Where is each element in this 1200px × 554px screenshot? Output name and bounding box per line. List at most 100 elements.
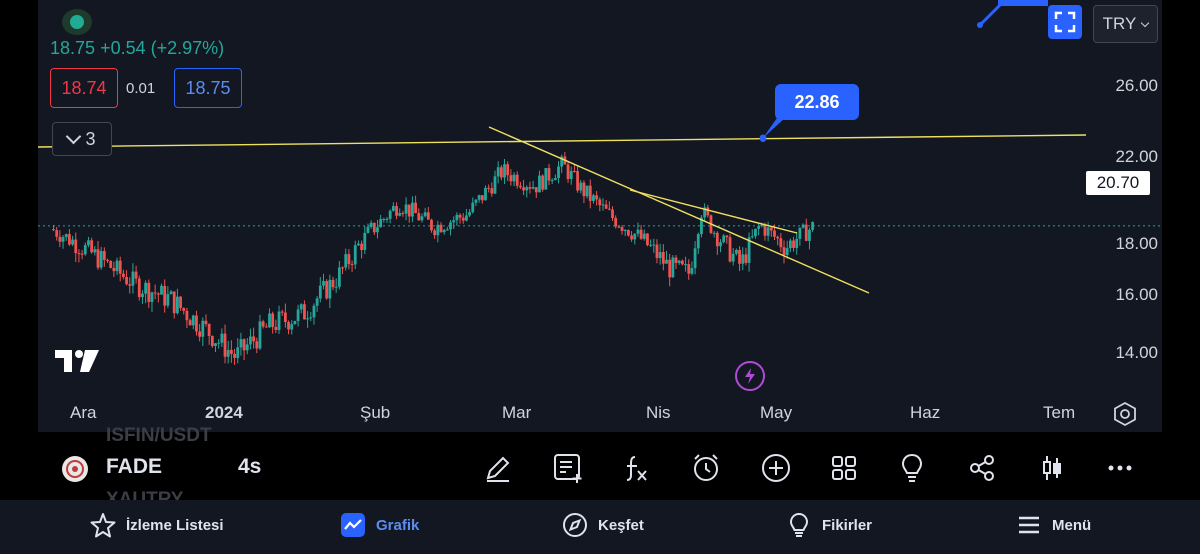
candle-body [426, 212, 430, 220]
candle-body [642, 233, 646, 239]
candle-body [80, 253, 84, 255]
candle-body [376, 227, 379, 233]
fullscreen-button[interactable] [1048, 5, 1082, 39]
candle-body [553, 178, 557, 181]
x-tick-label: Nis [646, 403, 671, 422]
candle-body [315, 298, 319, 306]
indicators-button[interactable] [618, 450, 654, 486]
y-tick-label: 16.00 [1115, 285, 1158, 304]
y-tick-label: 26.00 [1115, 76, 1158, 95]
nav-ideas[interactable]: Fikirler [786, 512, 872, 538]
candle-body [547, 168, 551, 181]
draw-tool-button[interactable] [480, 450, 516, 486]
candle-body [639, 229, 643, 239]
symbol-name[interactable]: FADE [106, 455, 162, 479]
candle-body [391, 206, 395, 211]
drawing-handle[interactable] [970, 0, 1050, 32]
chart-type-button[interactable] [1034, 450, 1070, 486]
candle-body [198, 331, 202, 337]
add-button[interactable] [758, 450, 794, 486]
candle-body [468, 212, 471, 216]
sell-button[interactable]: 18.74 [50, 68, 118, 108]
share-icon [970, 455, 994, 481]
nav-explore[interactable]: Keşfet [562, 512, 644, 538]
candle-body [344, 254, 348, 268]
symbol-logo[interactable] [62, 456, 88, 482]
nav-chart[interactable]: Grafik [340, 512, 419, 538]
indicators-collapse-button[interactable]: 3 [52, 122, 112, 156]
candle-body [620, 227, 624, 231]
candle-body [160, 285, 163, 295]
candle-body [750, 236, 754, 238]
candle-body [109, 260, 113, 268]
candle-body [261, 321, 265, 327]
candle-body [64, 234, 68, 238]
candle-body [239, 339, 243, 348]
candle-body [195, 315, 198, 332]
nav-menu[interactable]: Menü [1016, 512, 1091, 538]
candle-body [763, 224, 767, 236]
candle-body [734, 249, 738, 254]
add-note-button[interactable] [550, 450, 586, 486]
currency-value: TRY [1102, 14, 1137, 33]
function-icon [626, 456, 647, 481]
candle-body [808, 229, 811, 241]
candle-body [798, 227, 802, 239]
nav-label: Menü [1052, 516, 1092, 534]
candle-body [534, 187, 538, 193]
alert-button[interactable] [688, 450, 724, 486]
currency-select[interactable]: TRY [1093, 5, 1158, 43]
layout-button[interactable] [826, 450, 862, 486]
axis-settings-icon[interactable] [1112, 401, 1138, 427]
more-button[interactable] [1102, 450, 1138, 486]
candle-body [58, 236, 62, 242]
candle-body [614, 218, 618, 227]
callout-pointer [759, 118, 785, 142]
candle-body [461, 217, 465, 221]
candlestick-plot[interactable] [38, 0, 1162, 432]
candle-body [706, 207, 710, 216]
lightbulb-icon [789, 512, 809, 537]
candle-body [156, 293, 160, 295]
chevron-down-icon [66, 128, 82, 145]
descending-trendline-short [629, 189, 798, 234]
candle-body [214, 343, 217, 347]
lightning-icon[interactable] [735, 361, 765, 391]
chart-area[interactable] [38, 0, 1162, 432]
nav-label: İzleme Listesi [126, 516, 224, 534]
candle-body [572, 170, 576, 172]
candle-body [445, 229, 449, 231]
candle-body [693, 248, 697, 269]
candle-body [655, 244, 659, 259]
ideas-button[interactable] [894, 450, 930, 486]
candle-body [55, 230, 59, 237]
candle-body [115, 260, 119, 272]
fullscreen-icon [1054, 11, 1076, 33]
candle-body [210, 336, 214, 347]
buy-button[interactable]: 18.75 [174, 68, 242, 108]
candle-body [185, 310, 189, 321]
compass-icon [563, 513, 587, 537]
candle-body [131, 271, 135, 286]
x-tick-label: Şub [360, 403, 391, 422]
candle-body [61, 237, 65, 242]
candle-body [649, 244, 653, 246]
interval-selector[interactable]: 4s [238, 455, 261, 479]
candle-body [601, 204, 605, 206]
x-tick-label: Ara [70, 403, 97, 422]
candle-body [96, 249, 100, 268]
candle-body [175, 296, 179, 314]
x-tick-label: May [760, 403, 793, 422]
candle-body [163, 285, 167, 306]
candle-body [128, 284, 132, 286]
share-button[interactable] [964, 450, 1000, 486]
price-callout[interactable]: 22.86 [775, 84, 859, 120]
candle-body [744, 254, 748, 263]
candle-body [458, 214, 462, 218]
candle-body [318, 285, 322, 299]
nav-watchlist[interactable]: İzleme Listesi [90, 512, 224, 538]
candle-body [268, 313, 271, 328]
alarm-clock-icon [694, 454, 718, 481]
candle-body [242, 339, 246, 351]
plus-circle-icon [762, 454, 790, 482]
